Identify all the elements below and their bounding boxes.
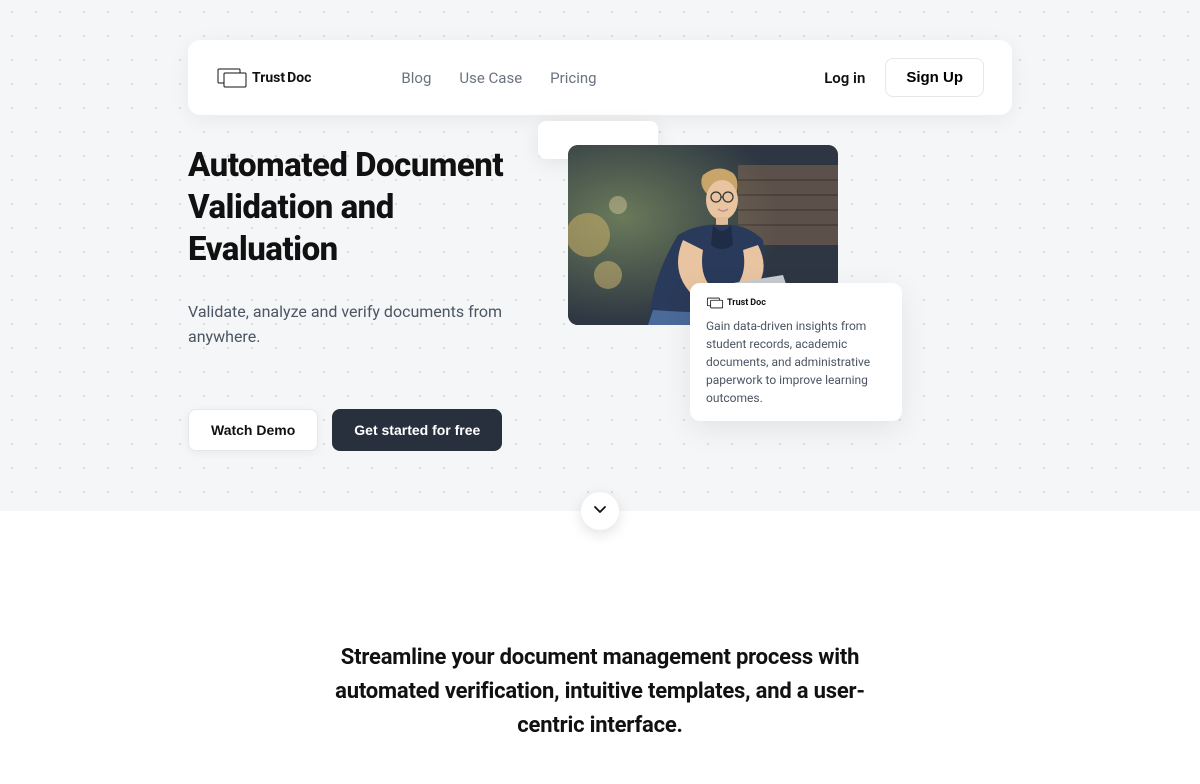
scroll-down-button[interactable] [581, 492, 619, 530]
card-text: Gain data-driven insights from student r… [706, 317, 886, 407]
get-started-button[interactable]: Get started for free [332, 409, 502, 451]
hero-subtitle: Validate, analyze and verify documents f… [188, 300, 528, 350]
card-logo: Trust Doc [706, 297, 886, 309]
section-2-title: Streamline your document management proc… [320, 641, 880, 743]
watch-demo-button[interactable]: Watch Demo [188, 409, 318, 451]
chevron-down-icon [592, 501, 608, 521]
hero-title: Automated Document Validation and Evalua… [188, 145, 528, 272]
insight-card: Trust Doc Gain data-driven insights from… [690, 283, 902, 421]
